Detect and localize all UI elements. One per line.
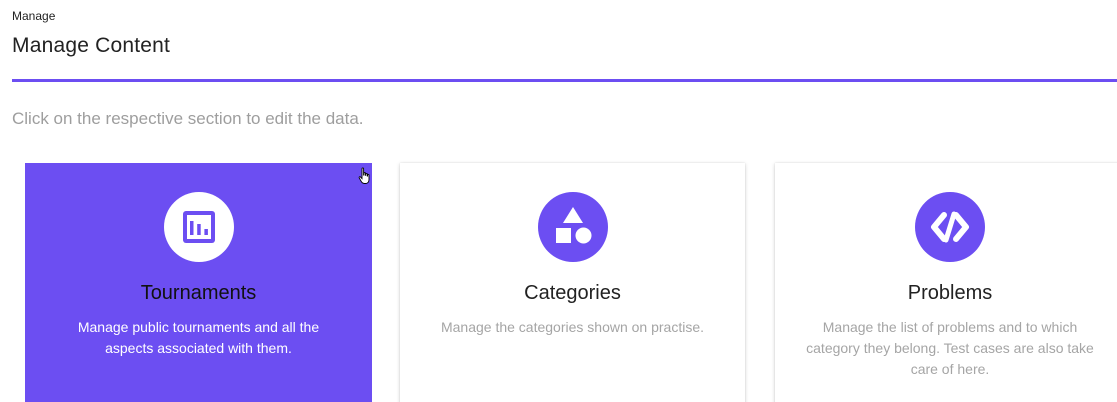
instructions-text: Click on the respective section to edit … bbox=[12, 109, 364, 128]
manage-content-page: Manage Manage Content Click on the respe… bbox=[0, 0, 1117, 402]
hand-cursor-icon bbox=[358, 167, 370, 184]
tournaments-card-description: Manage public tournaments and all the as… bbox=[77, 319, 320, 356]
tournaments-card-title: Tournaments bbox=[140, 282, 257, 304]
problems-card[interactable]: Problems Manage the list of problems and… bbox=[775, 163, 1117, 402]
shapes-icon bbox=[555, 207, 591, 244]
problems-card-title: Problems bbox=[907, 282, 993, 304]
tournaments-icon-badge bbox=[163, 192, 234, 262]
tournaments-card[interactable]: Tournaments Manage public tournaments an… bbox=[25, 163, 372, 402]
breadcrumb: Manage bbox=[12, 9, 56, 23]
categories-card-title: Categories bbox=[524, 282, 621, 304]
categories-card[interactable]: Categories Manage the categories shown o… bbox=[400, 163, 745, 402]
categories-icon-badge bbox=[537, 192, 608, 262]
problems-icon-badge bbox=[915, 192, 985, 262]
code-icon bbox=[931, 211, 969, 243]
categories-card-description: Manage the categories shown on practise. bbox=[440, 319, 705, 335]
page-title: Manage Content bbox=[12, 34, 171, 57]
problems-card-description: Manage the list of problems and to which… bbox=[806, 319, 1094, 377]
header-divider bbox=[12, 79, 1117, 82]
bar-chart-icon bbox=[182, 211, 215, 243]
